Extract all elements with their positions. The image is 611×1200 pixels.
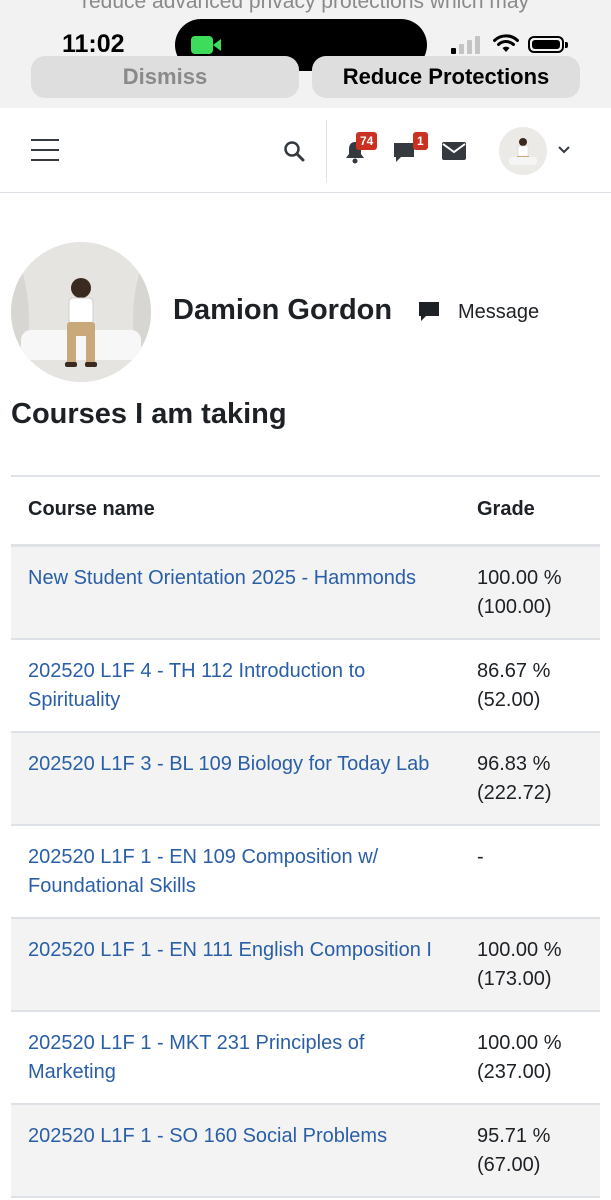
course-link[interactable]: 202520 L1F 4 - TH 112 Introduction to Sp… xyxy=(28,660,365,711)
grade-cell: 100.00 % (100.00) xyxy=(460,545,600,640)
cellular-signal-icon xyxy=(451,36,487,54)
table-header-row: Course name Grade xyxy=(11,475,600,547)
battery-icon xyxy=(528,36,568,53)
grade-percent: 86.67 % xyxy=(477,660,551,682)
top-navbar: 74 1 xyxy=(0,108,611,193)
course-name-cell: 202520 L1F 1 - MKT 231 Principles of Mar… xyxy=(11,1011,460,1105)
dismiss-button[interactable]: Dismiss xyxy=(31,56,299,98)
message-icon xyxy=(419,302,439,321)
section-title: Courses I am taking xyxy=(11,398,287,430)
grade-cell: 100.00 % (237.00) xyxy=(460,1011,600,1105)
grade-cell: 96.83 % (222.72) xyxy=(460,732,600,826)
grade-percent: 95.71 % xyxy=(477,1125,551,1147)
grade-cell: 86.67 % (52.00) xyxy=(460,639,600,733)
message-label: Message xyxy=(458,300,540,323)
grade-points: (173.00) xyxy=(477,968,552,990)
facetime-camera-icon xyxy=(191,36,221,54)
course-name-cell: 202520 L1F 3 - BL 109 Biology for Today … xyxy=(11,732,460,826)
grade-cell: 100.00 % (173.00) xyxy=(460,918,600,1012)
grade-points: (52.00) xyxy=(477,689,541,711)
course-name-cell: 202520 L1F 1 - EN 111 English Compositio… xyxy=(11,918,460,1012)
banner-message: reduce advanced privacy protections whic… xyxy=(81,0,530,13)
message-button[interactable]: Message xyxy=(418,298,539,326)
grade-percent: 100.00 % xyxy=(477,939,562,961)
grade-points: (100.00) xyxy=(477,596,552,618)
courses-table: Course name Grade New Student Orientatio… xyxy=(11,475,600,1198)
course-name-cell: 202520 L1F 4 - TH 112 Introduction to Sp… xyxy=(11,639,460,733)
profile-name: Damion Gordon xyxy=(173,294,393,326)
table-row: 202520 L1F 1 - EN 111 English Compositio… xyxy=(11,918,600,1012)
message-count-badge: 1 xyxy=(413,132,428,150)
grade-points: (67.00) xyxy=(477,1154,541,1176)
profile-avatar xyxy=(11,242,151,382)
status-time: 11:02 xyxy=(62,30,125,58)
table-row: 202520 L1F 3 - BL 109 Biology for Today … xyxy=(11,732,600,826)
table-row: New Student Orientation 2025 - Hammonds … xyxy=(11,545,600,640)
mail-icon[interactable] xyxy=(442,142,466,160)
user-avatar[interactable] xyxy=(499,127,547,175)
search-icon[interactable] xyxy=(283,140,305,162)
grade-percent: 100.00 % xyxy=(477,1032,562,1054)
course-link[interactable]: 202520 L1F 1 - MKT 231 Principles of Mar… xyxy=(28,1032,364,1083)
notification-count-badge: 74 xyxy=(356,132,378,150)
grade-cell: 95.71 % (67.00) xyxy=(460,1104,600,1198)
column-header-grade: Grade xyxy=(460,475,600,547)
column-header-course: Course name xyxy=(11,475,460,547)
grade-percent: 96.83 % xyxy=(477,753,551,775)
course-name-cell: New Student Orientation 2025 - Hammonds xyxy=(11,545,460,640)
table-row: 202520 L1F 1 - SO 160 Social Problems 95… xyxy=(11,1104,600,1198)
table-row: 202520 L1F 1 - MKT 231 Principles of Mar… xyxy=(11,1011,600,1105)
table-row: 202520 L1F 1 - EN 109 Composition w/ Fou… xyxy=(11,825,600,919)
course-link[interactable]: 202520 L1F 1 - EN 109 Composition w/ Fou… xyxy=(28,846,378,897)
course-name-cell: 202520 L1F 1 - EN 109 Composition w/ Fou… xyxy=(11,825,460,919)
navbar-divider xyxy=(326,120,327,182)
table-row: 202520 L1F 4 - TH 112 Introduction to Sp… xyxy=(11,639,600,733)
chevron-down-icon[interactable] xyxy=(558,146,570,154)
grade-points: (237.00) xyxy=(477,1061,552,1083)
grade-cell: - xyxy=(460,825,600,919)
grade-percent: - xyxy=(477,846,484,868)
course-link[interactable]: 202520 L1F 3 - BL 109 Biology for Today … xyxy=(28,753,429,775)
course-link[interactable]: New Student Orientation 2025 - Hammonds xyxy=(28,567,416,589)
grade-percent: 100.00 % xyxy=(477,567,562,589)
wifi-icon xyxy=(493,34,519,52)
grade-points: (222.72) xyxy=(477,782,552,804)
course-name-cell: 202520 L1F 1 - SO 160 Social Problems xyxy=(11,1104,460,1198)
course-link[interactable]: 202520 L1F 1 - SO 160 Social Problems xyxy=(28,1125,387,1147)
course-link[interactable]: 202520 L1F 1 - EN 111 English Compositio… xyxy=(28,939,432,961)
hamburger-icon[interactable] xyxy=(31,139,59,161)
reduce-protections-button[interactable]: Reduce Protections xyxy=(312,56,580,98)
